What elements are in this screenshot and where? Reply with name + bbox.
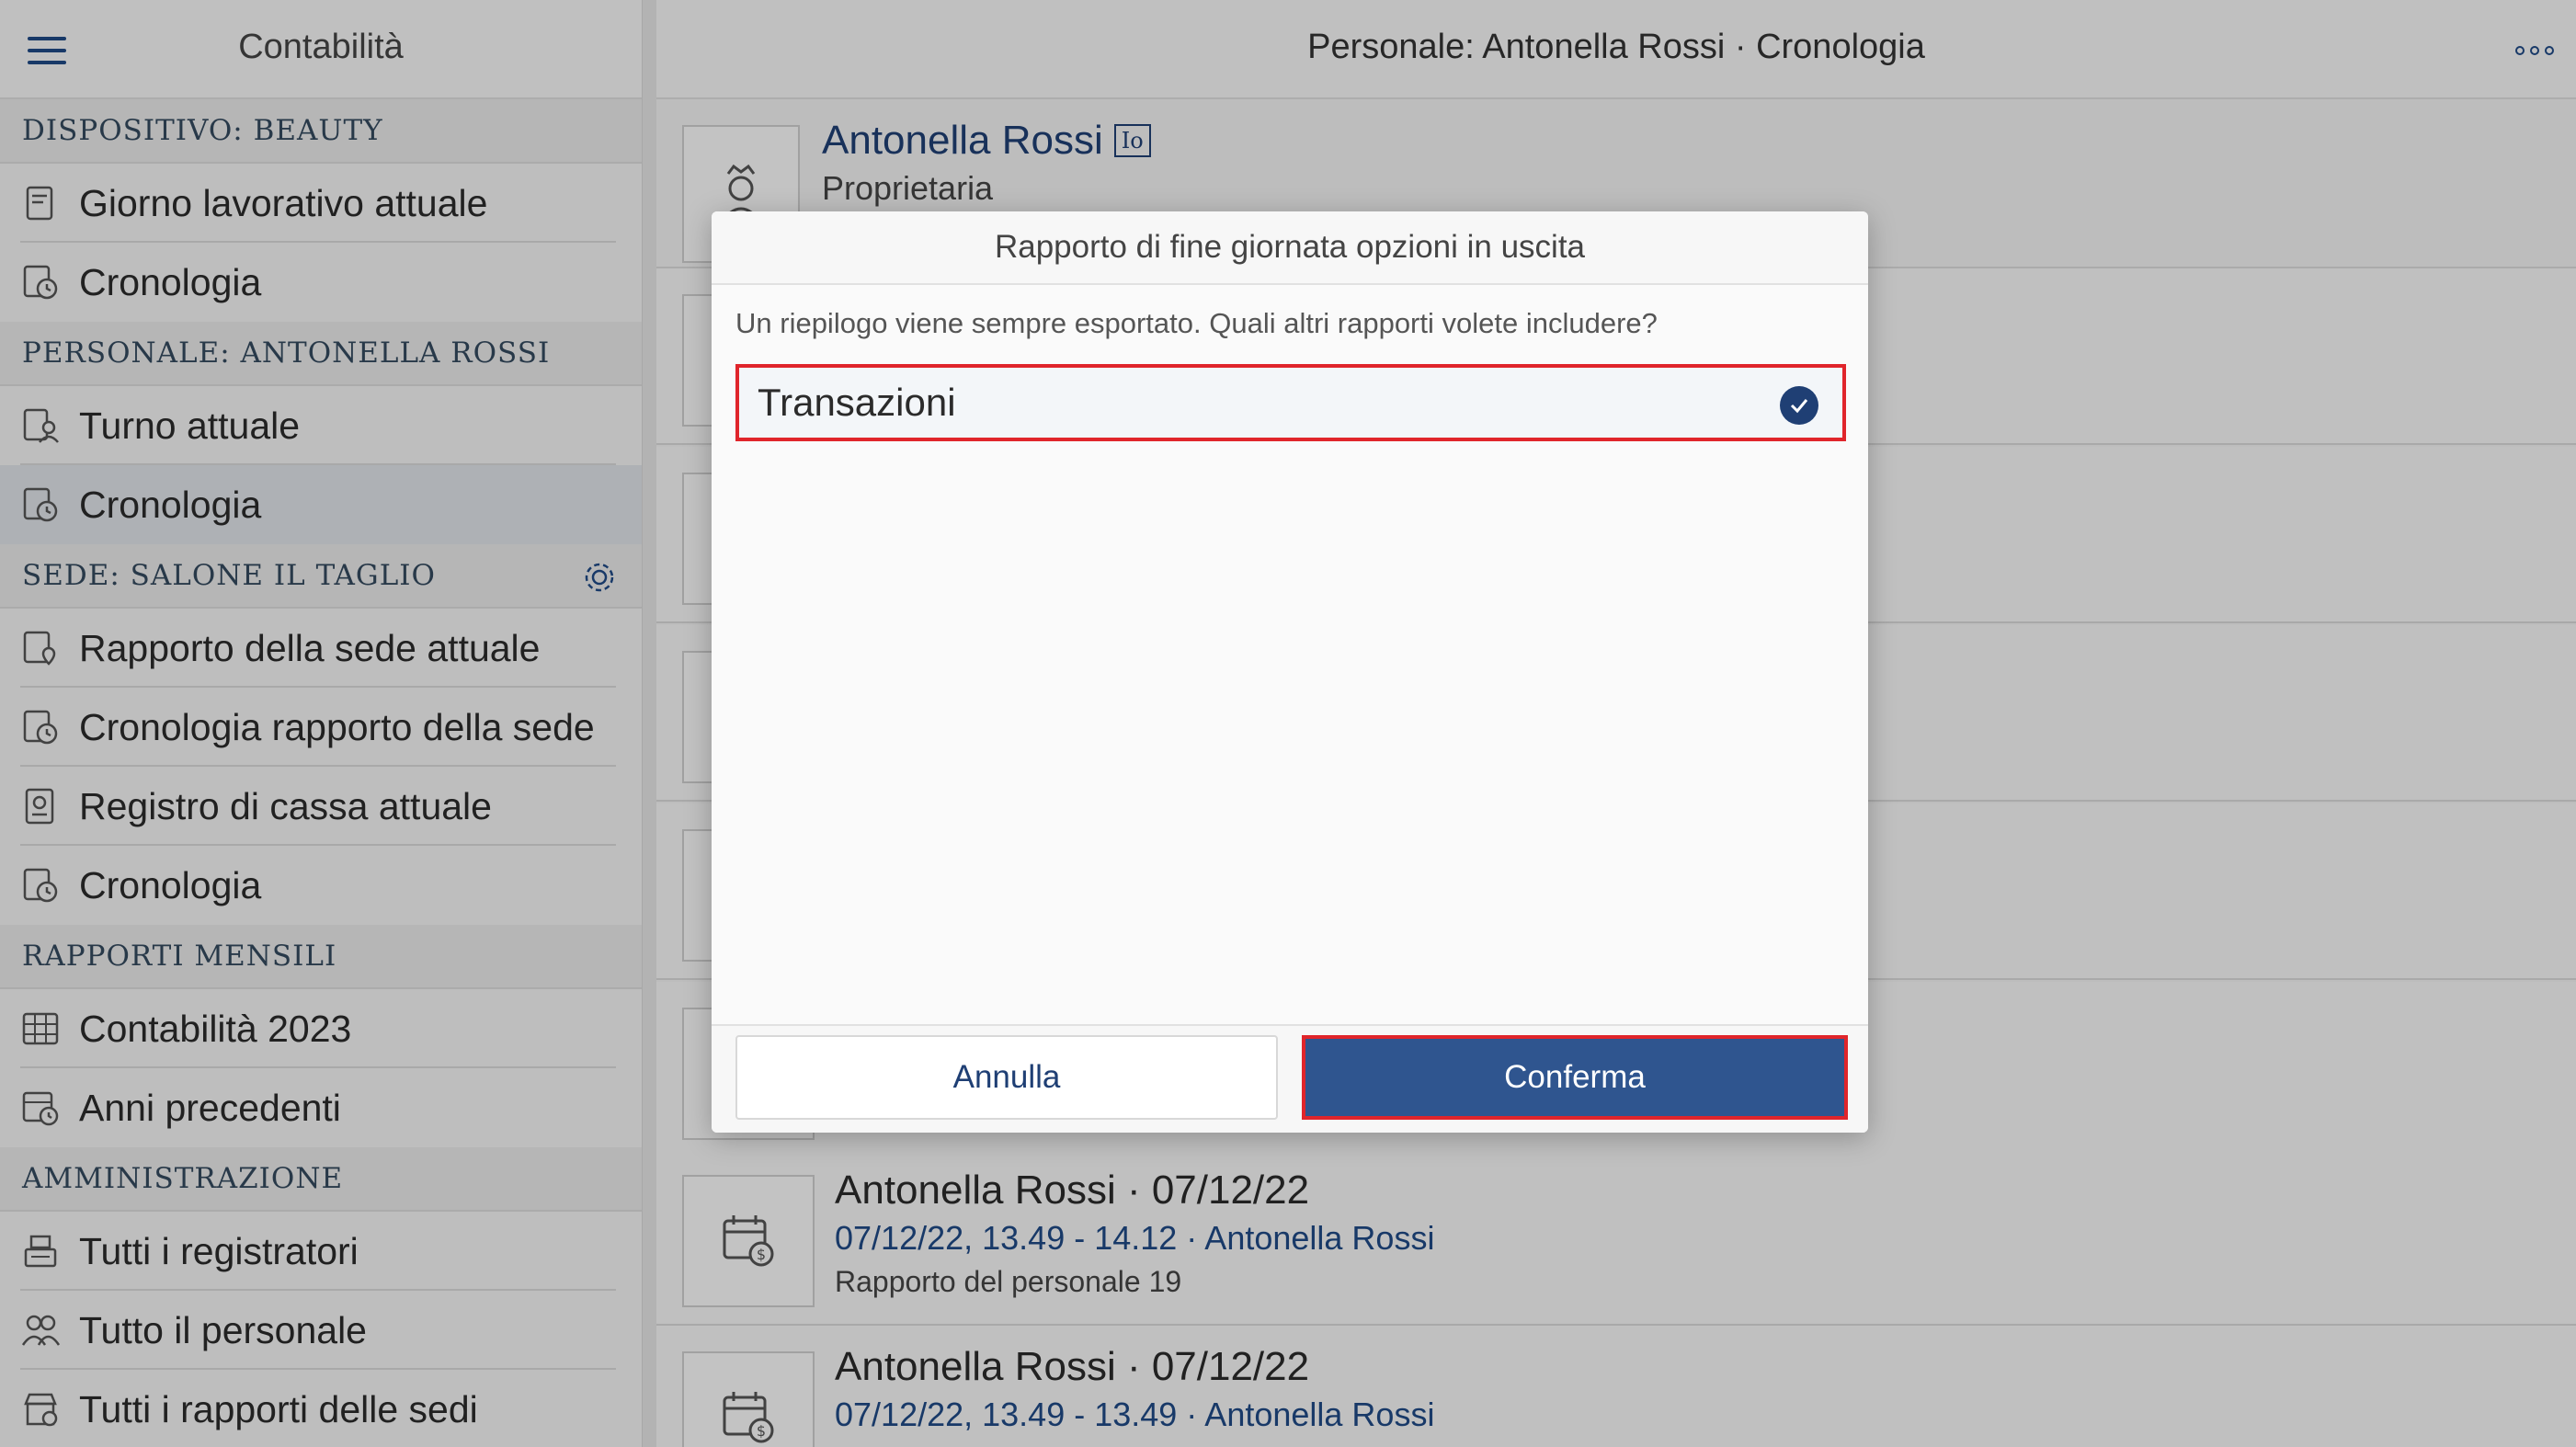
option-label: Transazioni [758, 381, 956, 424]
checkmark-icon [1780, 386, 1818, 425]
export-options-dialog: Rapporto di fine giornata opzioni in usc… [712, 211, 1868, 1133]
cancel-button[interactable]: Annulla [735, 1035, 1278, 1120]
option-transactions[interactable]: Transazioni [735, 364, 1846, 441]
dialog-footer: Annulla Conferma [712, 1024, 1868, 1133]
dialog-title: Rapporto di fine giornata opzioni in usc… [712, 211, 1868, 285]
dialog-description: Un riepilogo viene sempre esportato. Qua… [735, 307, 1658, 339]
confirm-button[interactable]: Conferma [1302, 1035, 1848, 1120]
